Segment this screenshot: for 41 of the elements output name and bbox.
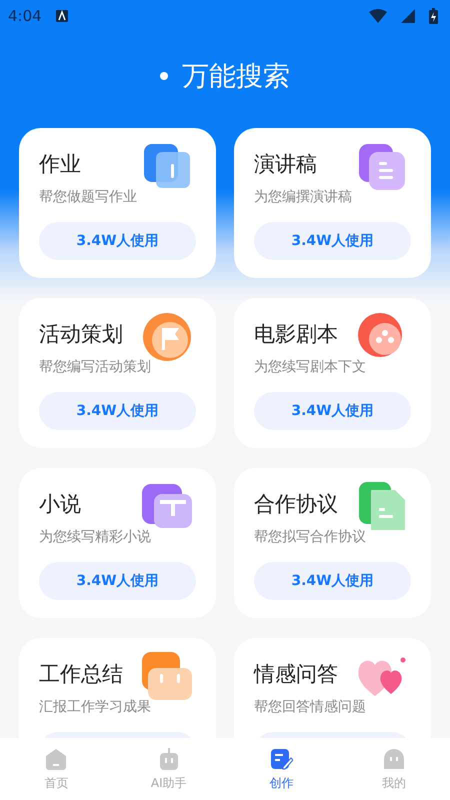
tool-card[interactable]: 工作总结 汇报工作学习成果 (19, 638, 216, 738)
usage-button[interactable]: 3.4W人使用 (39, 562, 196, 600)
usage-button[interactable]: 3.4W人使用 (39, 222, 196, 260)
card-subtitle: 帮您编写活动策划 (39, 358, 151, 376)
card-title: 情感问答 (254, 661, 338, 688)
profile-icon (382, 746, 406, 770)
card-subtitle: 帮您做题写作业 (39, 188, 137, 206)
card-subtitle: 帮您拟写合作协议 (254, 528, 366, 546)
tool-card[interactable]: 情感问答 帮您回答情感问题 (234, 638, 431, 738)
tool-card[interactable]: 演讲稿 为您编撰演讲稿 3.4W人使用 (234, 128, 431, 278)
card-subtitle: 为您编撰演讲稿 (254, 188, 352, 206)
card-title: 活动策划 (39, 321, 123, 348)
nav-tab[interactable]: 创作 (225, 738, 338, 800)
battery-icon (429, 8, 438, 24)
card-subtitle: 汇报工作学习成果 (39, 698, 151, 716)
card-title: 合作协议 (254, 491, 338, 518)
card-title: 电影剧本 (254, 321, 338, 348)
card-title: 工作总结 (39, 661, 123, 688)
home-icon (44, 746, 68, 770)
tool-card[interactable]: 小说 为您续写精彩小说 3.4W人使用 (19, 468, 216, 618)
usage-button[interactable]: 3.4W人使用 (39, 392, 196, 430)
card-subtitle: 为您续写精彩小说 (39, 528, 151, 546)
card-subtitle: 为您续写剧本下文 (254, 358, 366, 376)
status-time: 4:04 (8, 7, 42, 25)
tool-card[interactable]: 活动策划 帮您编写活动策划 3.4W人使用 (19, 298, 216, 448)
usage-button[interactable]: 3.4W人使用 (254, 222, 411, 260)
card-title: 演讲稿 (254, 151, 317, 178)
tool-card[interactable]: 作业 帮您做题写作业 3.4W人使用 (19, 128, 216, 278)
edit-icon (269, 746, 294, 770)
title-bullet-icon (160, 72, 168, 80)
card-title: 小说 (39, 491, 81, 518)
usage-button[interactable]: 3.4W人使用 (254, 562, 411, 600)
wifi-icon (369, 9, 387, 23)
notification-icon (56, 10, 68, 22)
card-subtitle: 帮您回答情感问题 (254, 698, 366, 716)
tool-card[interactable]: 合作协议 帮您拟写合作协议 3.4W人使用 (234, 468, 431, 618)
tool-card[interactable]: 电影剧本 为您续写剧本下文 3.4W人使用 (234, 298, 431, 448)
page-title: 万能搜索 (182, 60, 290, 94)
usage-button[interactable]: 3.4W人使用 (254, 392, 411, 430)
signal-icon (401, 9, 415, 23)
card-title: 作业 (39, 151, 81, 178)
